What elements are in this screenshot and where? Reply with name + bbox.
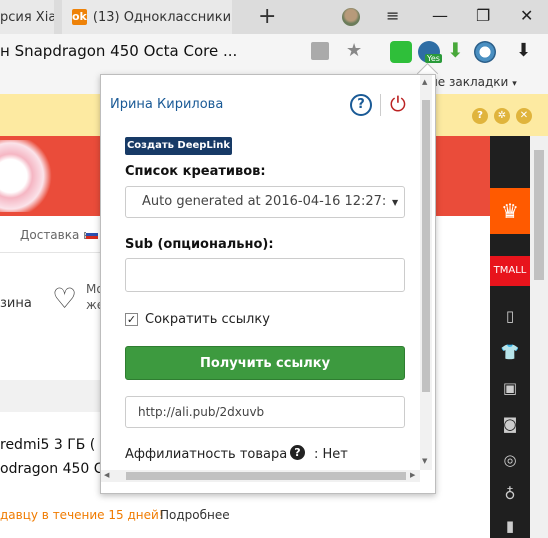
help-icon[interactable]: ? bbox=[350, 94, 372, 116]
adguard-icon[interactable] bbox=[474, 41, 496, 63]
address-text[interactable]: н Snapdragon 450 Octa Core ... bbox=[0, 42, 237, 60]
user-name[interactable]: Ирина Кирилова bbox=[110, 97, 223, 112]
new-tab-button[interactable]: + bbox=[258, 4, 276, 29]
bottle-icon[interactable]: ▮ bbox=[500, 516, 520, 536]
result-link-field[interactable]: http://ali.pub/2dxuvb bbox=[125, 396, 405, 428]
menu-icon[interactable]: ≡ bbox=[386, 6, 399, 25]
webcam-icon[interactable]: ◎ bbox=[500, 450, 520, 470]
crown-icon[interactable]: ♛ bbox=[490, 188, 530, 234]
seller-notice: давцу в течение 15 дней! bbox=[0, 508, 164, 522]
russia-flag-icon bbox=[86, 230, 98, 239]
chevron-down-icon[interactable]: ▼ bbox=[392, 198, 398, 207]
close-window-button[interactable]: ✕ bbox=[520, 6, 533, 25]
tab-odnoklassniki[interactable]: ok (13) Одноклассники × bbox=[62, 0, 232, 34]
close-circle-icon[interactable]: ✕ bbox=[516, 108, 532, 124]
page-scroll-thumb[interactable] bbox=[534, 150, 544, 280]
chevron-down-icon: ▾ bbox=[512, 79, 517, 89]
tmall-link[interactable]: TMALL bbox=[490, 256, 530, 286]
cart-label[interactable]: зина bbox=[0, 296, 32, 311]
camera-icon[interactable]: ◙ bbox=[500, 414, 520, 434]
divider bbox=[0, 252, 110, 253]
affiliate-label: Аффилиатность товара bbox=[125, 447, 288, 462]
shorten-label[interactable]: Сократить ссылку bbox=[145, 312, 270, 327]
get-link-button[interactable]: Получить ссылку bbox=[125, 346, 405, 380]
yes-badge: Yes bbox=[425, 54, 442, 63]
scroll-right-icon[interactable]: ▶ bbox=[410, 471, 415, 479]
scroll-down-icon[interactable]: ▼ bbox=[422, 457, 427, 465]
create-deeplink-button[interactable]: Создать DeepLink bbox=[125, 137, 232, 155]
heart-icon[interactable]: ♡ bbox=[52, 282, 77, 315]
odnoklassniki-icon: ok bbox=[72, 9, 87, 25]
clipboard-extension-icon[interactable] bbox=[390, 41, 412, 63]
sofa-icon[interactable]: ▣ bbox=[500, 378, 520, 398]
phone-icon[interactable]: ▯ bbox=[500, 306, 520, 326]
tab-title: (13) Одноклассники bbox=[92, 9, 232, 25]
lock-icon[interactable] bbox=[311, 42, 329, 60]
settings-circle-icon[interactable]: ✲ bbox=[494, 108, 510, 124]
tab-title: рсия Xia bbox=[0, 9, 54, 25]
gray-band bbox=[0, 380, 110, 412]
help-circle-icon[interactable]: ? bbox=[472, 108, 488, 124]
sub-input[interactable] bbox=[125, 258, 405, 292]
more-link[interactable]: Подробнее bbox=[160, 508, 230, 522]
delivery-label[interactable]: Доставка в bbox=[20, 228, 90, 242]
creatives-select[interactable]: Auto generated at 2016-04-16 12:27: bbox=[125, 186, 405, 218]
download-icon[interactable]: ⬇ bbox=[516, 40, 531, 61]
other-bookmarks-label: ие закладки bbox=[430, 75, 509, 89]
question-icon[interactable]: ? bbox=[290, 445, 305, 460]
banner-fan-image bbox=[0, 140, 52, 212]
restore-button[interactable]: ❐ bbox=[476, 6, 490, 25]
sub-label: Sub (опционально): bbox=[125, 237, 274, 252]
scroll-up-icon[interactable]: ▲ bbox=[422, 78, 427, 86]
popup-horizontal-scroll-thumb[interactable] bbox=[126, 472, 406, 480]
power-icon[interactable]: ⏻ bbox=[390, 92, 406, 116]
tab-xiaomi[interactable]: рсия Xia × bbox=[0, 0, 54, 34]
creatives-label: Список креативов: bbox=[125, 164, 266, 179]
scroll-left-icon[interactable]: ◀ bbox=[104, 471, 109, 479]
popup-vertical-scroll-thumb[interactable] bbox=[422, 100, 430, 392]
tab-close-icon[interactable]: × bbox=[231, 9, 232, 25]
product-title-line1: redmi5 3 ГБ ( bbox=[0, 437, 96, 453]
profile-avatar[interactable] bbox=[342, 8, 360, 26]
affiliate-value: : Нет bbox=[314, 447, 348, 462]
header-divider bbox=[380, 94, 381, 116]
baby-bottle-icon[interactable]: ♁ bbox=[500, 484, 520, 504]
shorten-checkbox[interactable]: ✓ bbox=[125, 313, 138, 326]
bookmark-star-icon[interactable]: ★ bbox=[346, 40, 362, 61]
minimize-button[interactable]: — bbox=[432, 6, 448, 25]
shirt-icon[interactable]: 👕 bbox=[500, 342, 520, 362]
product-title-line2: odragon 450 C bbox=[0, 461, 104, 477]
other-bookmarks[interactable]: ие закладки ▾ bbox=[430, 75, 517, 89]
savefrom-icon[interactable]: ⬇ bbox=[447, 38, 464, 62]
